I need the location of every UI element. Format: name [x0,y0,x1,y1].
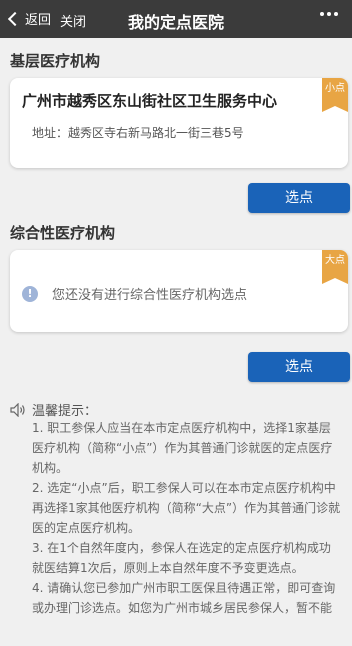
general-hospital-card: 大点 ! 您还没有进行综合性医疗机构选点 [10,250,348,332]
tip-item: 2. 选定“小点”后，职工参保人可以在本市定点医疗机构中再选择1家其他医疗机构（… [32,481,341,535]
more-dot [327,12,331,16]
hospital-name: 广州市越秀区东山街社区卫生服务中心 [22,92,278,110]
big-point-tag: 大点 [322,250,348,284]
hospital-address: 地址：越秀区寺右新马路北一街三巷5号 [32,126,244,140]
more-dot [320,12,324,16]
basic-hospital-card: 小点 广州市越秀区东山街社区卫生服务中心 地址：越秀区寺右新马路北一街三巷5号 [10,78,348,168]
tip-item: 4. 请确认您已参加广州市职工医保且待遇正常，即可查询或办理门诊选点。如您为广州… [32,581,336,615]
page-title: 我的定点医院 [127,13,224,32]
top-bar: 返回 关闭 我的定点医院 [0,0,352,38]
more-icon[interactable] [320,12,338,16]
general-select-button[interactable]: 选点 [248,352,350,382]
empty-message: 您还没有进行综合性医疗机构选点 [52,288,248,303]
basic-section-label: 基层医疗机构 [10,52,101,70]
more-dot [334,12,338,16]
basic-select-button[interactable]: 选点 [248,183,350,213]
empty-notice: ! 您还没有进行综合性医疗机构选点 [22,284,247,303]
speaker-icon [10,402,25,417]
tip-item: 1. 职工参保人应当在本市定点医疗机构中，选择1家基层医疗机构（简称“小点”）作… [32,421,333,475]
tip-item: 3. 在1个自然年度内，参保人在选定的定点医疗机构成功就医结算1次后，原则上本自… [32,541,331,575]
small-point-tag: 小点 [322,78,348,112]
tips-title: 温馨提示： [32,404,98,419]
general-section-label: 综合性医疗机构 [10,224,116,242]
info-icon: ! [22,285,38,302]
tips-list: 1. 职工参保人应当在本市定点医疗机构中，选择1家基层医疗机构（简称“小点”）作… [32,418,342,618]
tips-header: 温馨提示： [10,400,97,419]
